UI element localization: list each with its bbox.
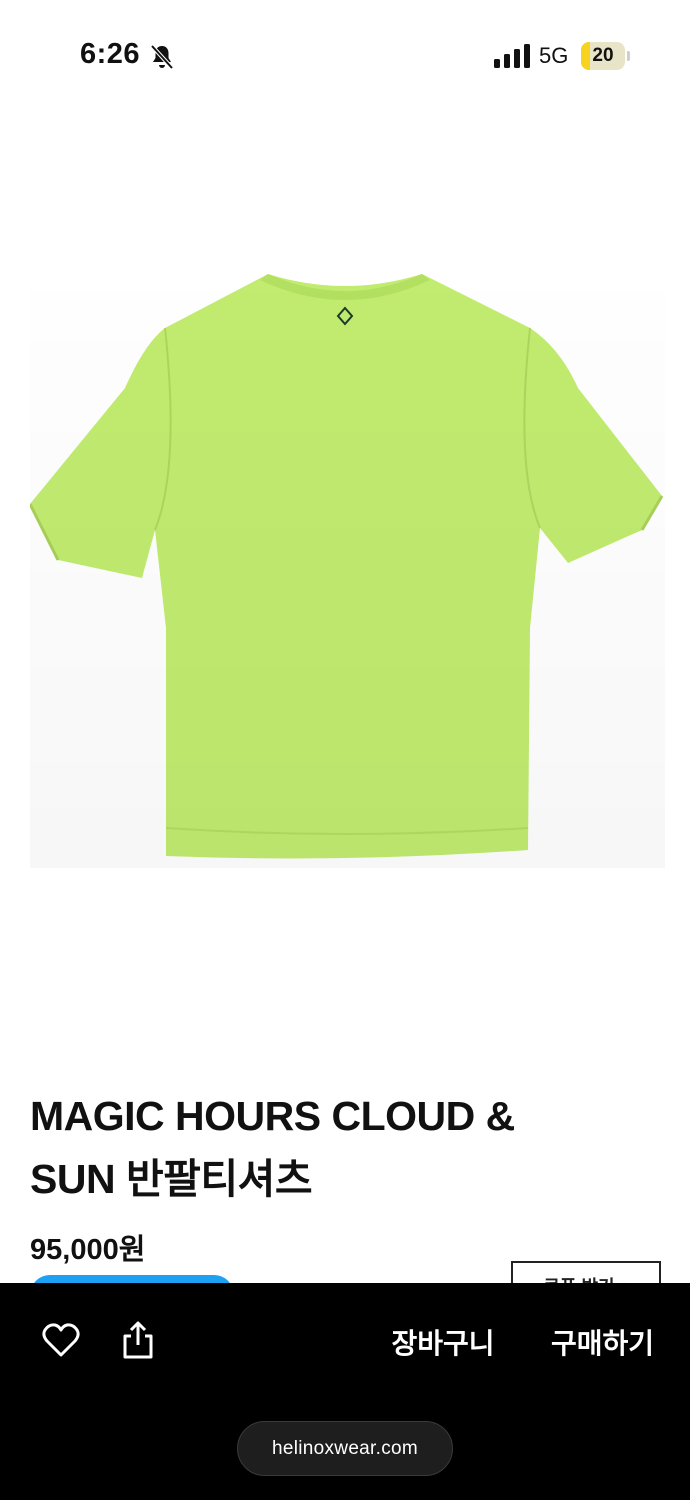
product-price: 95,000원 xyxy=(30,1234,146,1266)
network-type: 5G xyxy=(539,43,569,68)
product-title: MAGIC HOURS CLOUD & SUN 반팔티셔츠 xyxy=(30,1085,650,1211)
status-time: 6:26 xyxy=(80,38,141,70)
share-icon[interactable] xyxy=(120,1320,156,1360)
status-bar: 6:26 5G 20 xyxy=(0,0,690,110)
battery-level: 20 xyxy=(592,45,614,66)
add-to-cart-button[interactable]: 장바구니 xyxy=(378,1322,508,1362)
battery-icon: 20 xyxy=(581,42,630,70)
buy-now-button[interactable]: 구매하기 xyxy=(540,1322,665,1362)
heart-icon[interactable] xyxy=(42,1322,80,1358)
browser-address-bar[interactable]: helinoxwear.com xyxy=(237,1421,453,1476)
signal-icon xyxy=(494,44,530,68)
tshirt-back-image[interactable] xyxy=(30,268,665,868)
bell-off-icon xyxy=(150,44,174,70)
product-title-line2: SUN 반팔티셔츠 xyxy=(30,1156,313,1202)
product-title-line1: MAGIC HOURS CLOUD & xyxy=(30,1093,515,1139)
url-text: helinoxwear.com xyxy=(271,1438,419,1459)
